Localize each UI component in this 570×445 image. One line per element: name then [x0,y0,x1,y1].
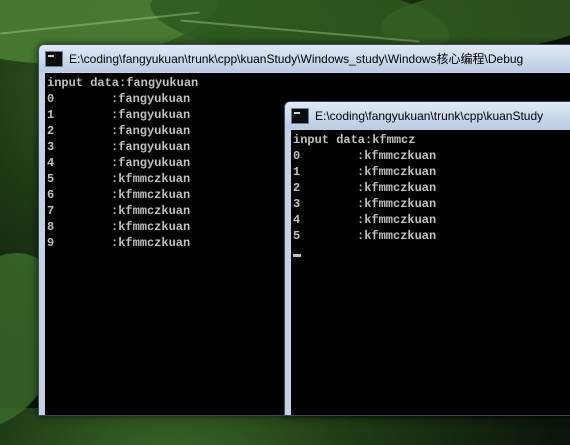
console-window-2[interactable]: E:\coding\fangyukuan\trunk\cpp\kuanStudy… [284,101,570,416]
line-value: :fangyukuan [111,108,191,122]
line-index: 2 [293,181,301,195]
console-header-line: input data:fangyukuan [47,76,199,90]
line-value: :kfmmczkuan [357,165,437,179]
line-value: :kfmmczkuan [111,172,191,186]
window-title: E:\coding\fangyukuan\trunk\cpp\kuanStudy… [69,52,524,66]
line-index: 5 [293,229,301,243]
console-app-icon[interactable] [45,50,63,67]
line-value: :fangyukuan [111,92,191,106]
title-bar[interactable]: E:\coding\fangyukuan\trunk\cpp\kuanStudy… [39,45,570,72]
line-index: 8 [47,220,55,234]
line-value: :kfmmczkuan [357,181,437,195]
line-value: :kfmmczkuan [357,197,437,211]
console-line: 2 :kfmmczkuan [293,180,570,196]
console-line: 5 :kfmmczkuan [293,228,570,244]
line-index: 3 [47,140,55,154]
line-index: 1 [47,108,55,122]
line-value: :kfmmczkuan [357,229,437,243]
line-index: 9 [47,236,55,250]
console-line: 1 :kfmmczkuan [293,164,570,180]
line-index: 7 [47,204,55,218]
line-index: 5 [47,172,55,186]
line-value: :fangyukuan [111,156,191,170]
title-bar[interactable]: E:\coding\fangyukuan\trunk\cpp\kuanStudy [285,102,570,129]
console-line: 4 :kfmmczkuan [293,212,570,228]
line-value: :kfmmczkuan [111,220,191,234]
console-line: 3 :kfmmczkuan [293,196,570,212]
line-index: 2 [47,124,55,138]
window-title: E:\coding\fangyukuan\trunk\cpp\kuanStudy [315,108,544,123]
console-line: 0 :kfmmczkuan [293,148,570,164]
line-index: 4 [47,156,55,170]
console-header-line: input data:kfmmcz [293,133,416,147]
line-index: 0 [47,92,55,106]
line-value: :kfmmczkuan [357,213,437,227]
line-value: :fangyukuan [111,140,191,154]
console-output[interactable]: input data:kfmmcz 0 :kfmmczkuan 1 :kfmmczkua… [291,130,570,415]
line-value: :kfmmczkuan [111,204,191,218]
line-value: :fangyukuan [111,124,191,138]
line-value: :kfmmczkuan [111,188,191,202]
line-index: 4 [293,213,301,227]
console-rows: 0 :kfmmczkuan 1 :kfmmczkuan 2 :kfmmczkuan 3 :kf… [293,148,570,244]
line-index: 6 [47,188,55,202]
line-value: :kfmmczkuan [111,236,191,250]
line-value: :kfmmczkuan [357,149,437,163]
text-cursor [293,254,301,257]
line-index: 3 [293,197,301,211]
console-app-icon[interactable] [291,107,309,124]
line-index: 1 [293,165,301,179]
line-index: 0 [293,149,301,163]
